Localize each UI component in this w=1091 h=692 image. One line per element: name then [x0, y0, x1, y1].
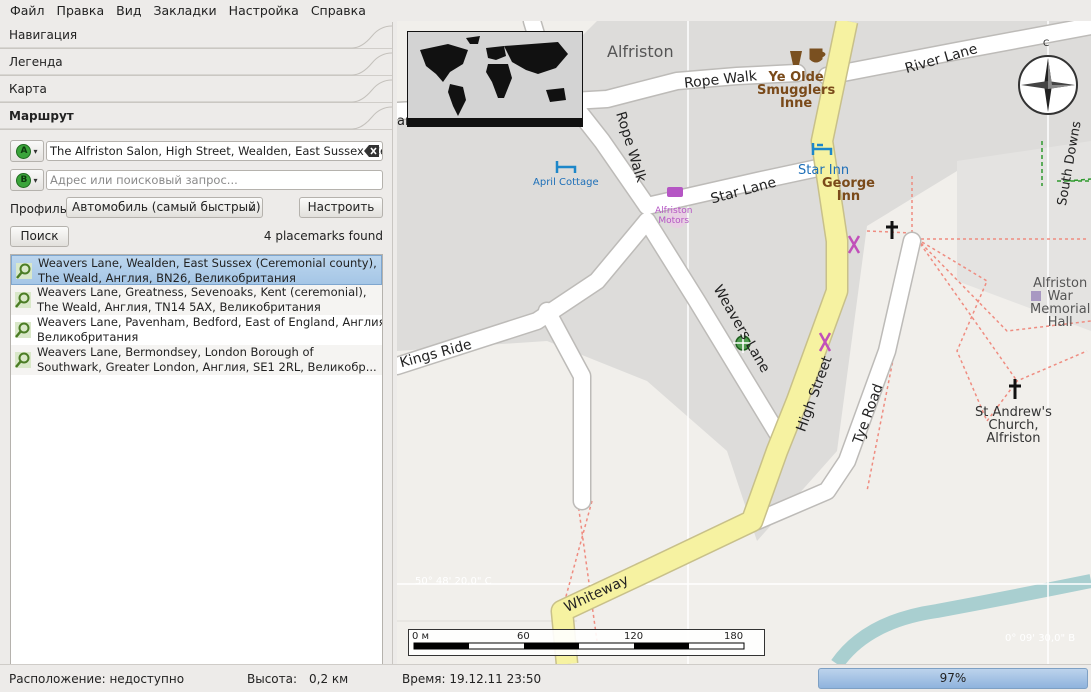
section-tab-shape — [0, 52, 393, 76]
compass-rose — [1018, 55, 1078, 115]
configure-button[interactable]: Настроить — [299, 197, 383, 218]
route-point-a-row: A ▾ The Alfriston Salon, High Street, We… — [10, 140, 383, 162]
map-label-war-memorial: Alfriston War Memorial Hall — [1030, 277, 1090, 329]
map-label-church: St Andrew's Church, Alfriston — [975, 406, 1052, 445]
chevron-down-icon: ▾ — [33, 146, 38, 156]
point-b-placeholder: Адрес или поисковый запрос... — [50, 173, 238, 187]
chevron-down-icon: ⌄ — [246, 200, 257, 214]
status-altitude-label: Высота: — [247, 672, 298, 686]
placemark-search-icon — [16, 263, 32, 279]
section-tab-shape — [0, 79, 393, 103]
menu-view[interactable]: Вид — [110, 0, 147, 22]
section-legend[interactable]: Легенда — [0, 49, 393, 76]
map-scale-bar: 0 м 60 120 180 — [408, 629, 765, 656]
sidebar: Навигация Легенда Карта Маршрут A ▾ The … — [0, 22, 393, 676]
result-line-2: The Weald, Англия, TN14 5AX, Великобрита… — [37, 299, 321, 314]
point-a-button[interactable]: A ▾ — [10, 140, 44, 162]
map-label-april-cottage: April Cottage — [533, 177, 599, 188]
world-map-icon — [408, 32, 582, 126]
download-progress-bar: 97% — [818, 668, 1088, 689]
point-a-input[interactable]: The Alfriston Salon, High Street, Wealde… — [46, 141, 383, 161]
placemark-search-icon — [15, 292, 31, 308]
map-label-alfriston-motors: Alfriston Motors — [655, 206, 692, 226]
result-line-2: Великобритания — [37, 329, 139, 344]
map-latitude-label: 50° 48' 20,0" С — [415, 576, 492, 587]
map-label-motors-2: Motors — [658, 216, 690, 226]
menu-settings[interactable]: Настройка — [223, 0, 305, 22]
point-b-button[interactable]: B ▾ — [10, 169, 44, 191]
map-label-war-memorial-4: Hall — [1047, 315, 1073, 330]
list-item[interactable]: Weavers Lane, Wealden, East Sussex (Cere… — [11, 255, 382, 285]
placemark-search-icon — [15, 352, 31, 368]
list-item[interactable]: Weavers Lane, Pavenham, Bedford, East of… — [11, 315, 382, 345]
result-line-1: Weavers Lane, Greatness, Sevenoaks, Kent… — [37, 285, 367, 299]
result-line-1: Weavers Lane, Wealden, East Sussex (Cere… — [38, 256, 377, 270]
map-label-george-inn: George Inn — [822, 177, 875, 203]
map-view[interactable]: Alfriston Rope Walk Rope Walk River Lane… — [397, 21, 1091, 664]
map-label-motors-1: Alfriston — [655, 206, 693, 216]
point-a-marker-icon: A — [16, 143, 32, 159]
chevron-down-icon: ▾ — [33, 175, 38, 185]
status-location: Расположение: недоступно — [9, 672, 185, 686]
progress-text: 97% — [939, 671, 967, 685]
list-item[interactable]: Weavers Lane, Bermondsey, London Borough… — [11, 345, 382, 375]
section-map[interactable]: Карта — [0, 76, 393, 103]
result-line-1: Weavers Lane, Pavenham, Bedford, East of… — [37, 315, 382, 329]
menu-bookmarks[interactable]: Закладки — [147, 0, 222, 22]
point-a-value: The Alfriston Salon, High Street, Wealde… — [50, 144, 383, 158]
profile-select[interactable]: Автомобиль (самый быстрый) ⌄ — [66, 197, 263, 218]
map-label-ye-olde: Ye Olde Smugglers Inne — [757, 71, 835, 110]
map-label-ye-olde-3: Inne — [780, 96, 813, 111]
profile-label: Профиль — [10, 202, 67, 216]
placemarks-found-text: 4 placemarks found — [263, 229, 383, 243]
section-route[interactable]: Маршрут — [0, 103, 393, 130]
list-item[interactable]: Weavers Lane, Greatness, Sevenoaks, Kent… — [11, 285, 382, 315]
map-label-george-2: Inn — [836, 189, 861, 204]
menu-help[interactable]: Справка — [305, 0, 372, 22]
compass-north-label: С — [1043, 39, 1050, 49]
status-time: Время: 19.12.11 23:50 — [402, 672, 542, 686]
compass-icon[interactable]: С — [1017, 39, 1079, 116]
search-button[interactable]: Поиск — [10, 226, 69, 247]
point-b-marker-icon: B — [16, 172, 32, 188]
section-tab-shape — [0, 25, 393, 49]
status-altitude-value: 0,2 км — [309, 672, 349, 686]
results-list: Weavers Lane, Wealden, East Sussex (Cere… — [10, 254, 383, 676]
section-navigation[interactable]: Навигация — [0, 22, 393, 49]
menu-file[interactable]: Файл — [4, 0, 51, 22]
scale-bar-graphic — [413, 642, 745, 650]
route-point-b-row: B ▾ Адрес или поисковый запрос... — [10, 169, 383, 191]
profile-value: Автомобиль (самый быстрый) — [72, 200, 261, 214]
result-line-2: The Weald, Англия, BN26, Великобритания — [38, 270, 296, 285]
map-label-alfriston: Alfriston — [607, 42, 674, 61]
menu-bar: Файл Правка Вид Закладки Настройка Справ… — [0, 0, 1091, 22]
menu-edit[interactable]: Правка — [51, 0, 111, 22]
section-tab-shape — [0, 106, 393, 130]
placemark-search-icon — [15, 322, 31, 338]
result-line-2: Southwark, Greater London, Англия, SE1 2… — [37, 359, 377, 374]
status-bar: Расположение: недоступно Высота: 0,2 км … — [0, 664, 1091, 692]
point-b-input[interactable]: Адрес или поисковый запрос... — [46, 170, 383, 190]
clear-input-icon[interactable] — [364, 144, 380, 158]
map-label-church-3: Alfriston — [986, 431, 1041, 446]
map-longitude-label: 0° 09' 30,0" В — [1005, 633, 1076, 644]
result-line-1: Weavers Lane, Bermondsey, London Borough… — [37, 345, 314, 359]
overview-world-map[interactable] — [407, 31, 583, 127]
